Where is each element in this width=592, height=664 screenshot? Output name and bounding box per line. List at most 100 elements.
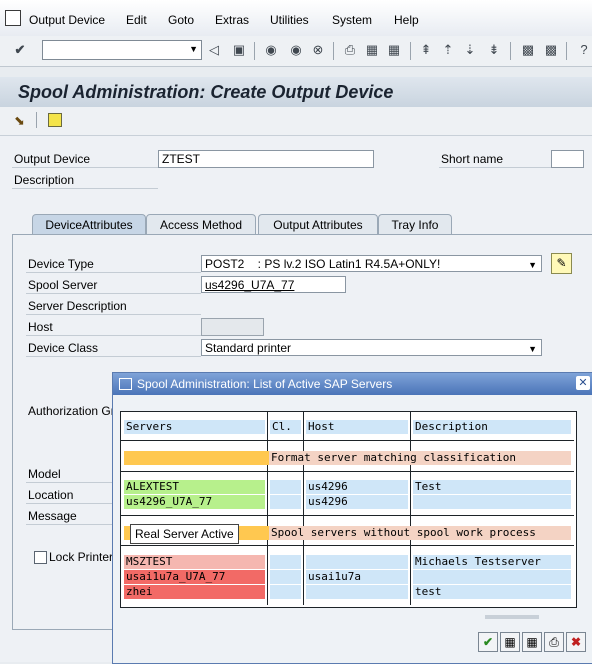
output-device-field[interactable]: ZTEST: [158, 150, 374, 168]
dropdown-arrow-icon[interactable]: ▼: [189, 44, 198, 54]
first-page-icon[interactable]: ⇞: [418, 42, 434, 58]
window-menu-icon[interactable]: [5, 10, 21, 26]
menu-extras[interactable]: Extras: [215, 13, 249, 27]
host-label: Host: [28, 320, 53, 334]
server-row-name[interactable]: ALEXTEST: [124, 480, 265, 494]
output-device-label: Output Device: [14, 152, 91, 166]
last-page-icon[interactable]: ⇟: [486, 42, 502, 58]
next-page-icon[interactable]: ⇣: [462, 42, 478, 58]
exit-icon[interactable]: ◉: [288, 42, 304, 58]
lock-printer-label: Lock Printer: [49, 550, 114, 564]
label-underline: [26, 293, 201, 294]
toolbar-separator: [510, 42, 511, 60]
server-row-name[interactable]: usai1u7a_U7A_77: [124, 570, 265, 584]
column-header-description[interactable]: Description: [413, 420, 571, 434]
row-divider: [121, 471, 574, 472]
cancel-button[interactable]: ✖: [566, 632, 586, 652]
label-underline: [26, 356, 201, 357]
confirm-button[interactable]: ✔: [478, 632, 498, 652]
menu-goto[interactable]: Goto: [168, 13, 194, 27]
server-row-class: [270, 480, 301, 494]
shortcut-icon[interactable]: ▩: [543, 42, 559, 58]
device-class-value: Standard printer: [205, 341, 292, 355]
server-row-host: usai1u7a: [306, 570, 408, 584]
find-icon[interactable]: ▦: [364, 42, 380, 58]
cancel-icon[interactable]: ⊗: [310, 42, 326, 58]
page-title: Spool Administration: Create Output Devi…: [18, 82, 394, 102]
device-type-value: POST2 : PS lv.2 ISO Latin1 R4.5A+ONLY!: [205, 257, 441, 271]
column-header-class[interactable]: Cl.: [270, 420, 301, 434]
server-row-class: [270, 555, 301, 569]
label-underline: [26, 272, 201, 273]
find-icon[interactable]: ▦: [500, 632, 520, 652]
spool-server-field[interactable]: us4296_U7A_77: [201, 276, 346, 293]
menu-edit[interactable]: Edit: [126, 13, 147, 27]
server-row-class: [270, 570, 301, 584]
column-header-host[interactable]: Host: [306, 420, 408, 434]
menu-help[interactable]: Help: [394, 13, 419, 27]
server-list: Servers Cl. Host Description Format serv…: [120, 411, 577, 608]
chevron-down-icon[interactable]: ▼: [528, 257, 537, 273]
horizontal-scrollbar[interactable]: [485, 615, 539, 619]
menu-bar: Output Device Edit Goto Extras Utilities…: [0, 0, 592, 37]
lock-printer-checkbox[interactable]: [34, 551, 47, 564]
spool-server-label: Spool Server: [28, 278, 98, 292]
server-row-host: us4296: [306, 480, 408, 494]
column-header-servers[interactable]: Servers: [124, 420, 265, 434]
tooltip: Real Server Active: [130, 524, 239, 544]
active-servers-dialog: Spool Administration: List of Active SAP…: [112, 372, 592, 664]
server-row-description: [413, 495, 571, 509]
close-icon[interactable]: ✕: [576, 376, 590, 390]
label-underline: [12, 188, 158, 189]
print-icon[interactable]: ⎙: [342, 42, 358, 58]
device-class-dropdown[interactable]: Standard printer ▼: [201, 339, 542, 356]
previous-page-icon[interactable]: ⇡: [440, 42, 456, 58]
tab-tray-info[interactable]: Tray Info: [378, 214, 452, 235]
server-row-name[interactable]: zhei: [124, 585, 265, 599]
help-icon[interactable]: ?: [576, 42, 592, 58]
back-icon[interactable]: ◉: [263, 42, 279, 58]
tab-output-attributes[interactable]: Output Attributes: [258, 214, 378, 235]
menu-utilities[interactable]: Utilities: [270, 13, 309, 27]
server-row-name[interactable]: MSZTEST: [124, 555, 265, 569]
host-field: [201, 318, 264, 336]
server-row-host: [306, 555, 408, 569]
settings-icon[interactable]: [48, 113, 62, 127]
tab-device-attributes[interactable]: DeviceAttributes: [32, 214, 146, 235]
dialog-title: Spool Administration: List of Active SAP…: [137, 377, 393, 391]
label-underline: [26, 524, 112, 525]
menu-system[interactable]: System: [332, 13, 372, 27]
save-icon[interactable]: ▣: [231, 42, 247, 58]
print-icon[interactable]: ⎙: [544, 632, 564, 652]
find-next-icon[interactable]: ▦: [522, 632, 542, 652]
server-row-name[interactable]: us4296_U7A_77: [124, 495, 265, 509]
label-underline: [439, 167, 551, 168]
new-session-icon[interactable]: ▩: [520, 42, 536, 58]
short-name-field[interactable]: [551, 150, 584, 168]
device-type-label: Device Type: [28, 257, 94, 271]
label-underline: [26, 335, 201, 336]
description-label: Description: [14, 173, 75, 187]
row-divider: [121, 440, 574, 441]
dialog-title-bar: Spool Administration: List of Active SAP…: [113, 373, 592, 395]
server-row-class: [270, 585, 301, 599]
group-header-no-spool: Spool servers without spool work process: [269, 526, 571, 540]
enter-icon[interactable]: ✔: [12, 42, 28, 58]
server-row-description: Test: [413, 480, 571, 494]
server-description-label: Server Description: [28, 299, 127, 313]
command-field[interactable]: ▼: [42, 40, 202, 60]
toolbar-separator: [254, 42, 255, 60]
device-class-label: Device Class: [28, 341, 99, 355]
server-row-description: [413, 570, 571, 584]
menu-output-device[interactable]: Output Device: [29, 13, 105, 27]
short-name-label: Short name: [441, 152, 504, 166]
toolbar-separator: [566, 42, 567, 60]
chevron-down-icon[interactable]: ▼: [528, 341, 537, 357]
tab-access-method[interactable]: Access Method: [146, 214, 256, 235]
group-header-matching: Format server matching classification: [269, 451, 571, 465]
wizard-icon[interactable]: ✎: [551, 253, 572, 274]
collapse-icon[interactable]: ◁: [206, 42, 222, 58]
find-next-icon[interactable]: ▦: [386, 42, 402, 58]
test-icon[interactable]: ⬊: [14, 113, 25, 129]
device-type-dropdown[interactable]: POST2 : PS lv.2 ISO Latin1 R4.5A+ONLY! ▼: [201, 255, 542, 272]
